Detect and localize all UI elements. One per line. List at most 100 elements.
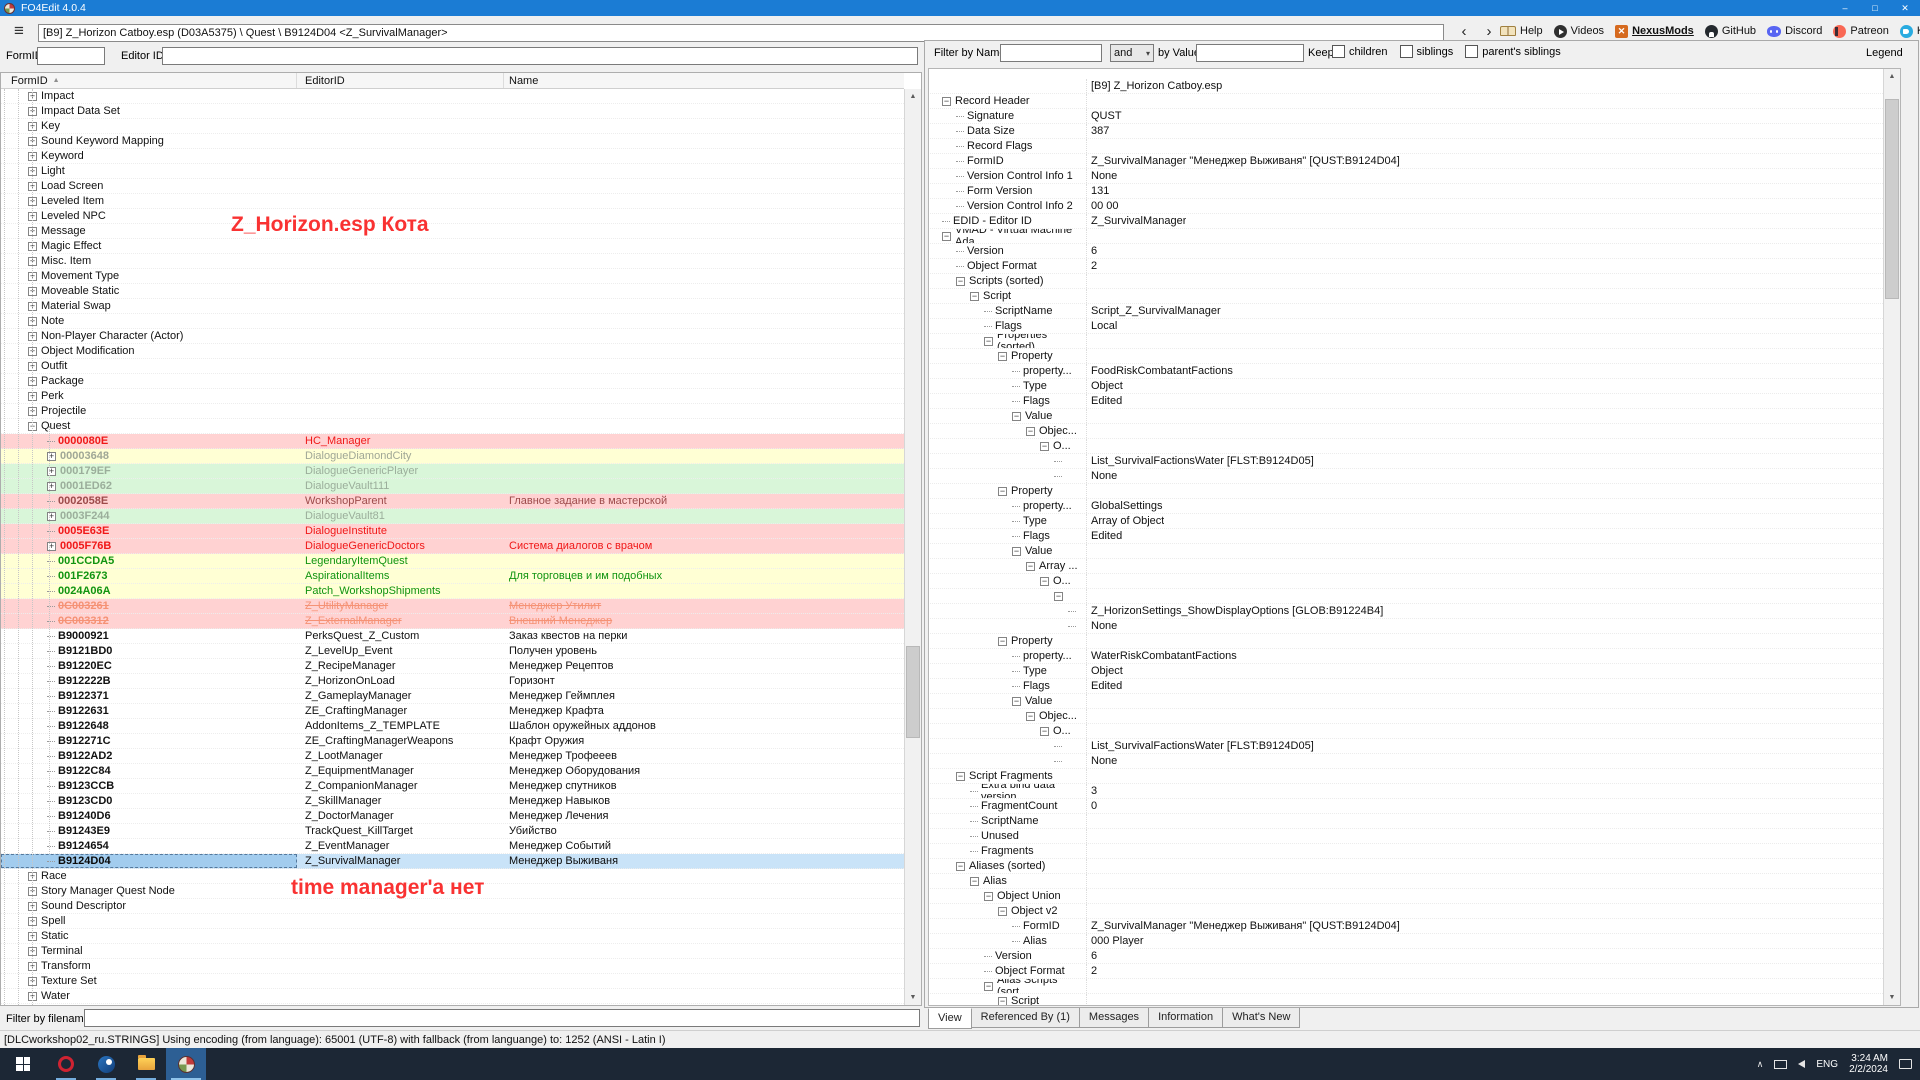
expand-icon[interactable]: +: [47, 482, 56, 491]
collapse-icon[interactable]: −: [998, 352, 1007, 361]
tree-row[interactable]: +Note: [1, 314, 904, 329]
tree-row[interactable]: +Projectile: [1, 404, 904, 419]
scroll-down-icon[interactable]: ▼: [1884, 990, 1900, 1005]
detail-row[interactable]: Version6: [930, 244, 1883, 259]
expand-icon[interactable]: +: [28, 407, 37, 416]
tree-row[interactable]: +Impact Data Set: [1, 104, 904, 119]
tree-row[interactable]: B9124654Z_EventManagerМенеджер Событий: [1, 839, 904, 854]
tree-row[interactable]: 001CCDA5LegendaryItemQuest: [1, 554, 904, 569]
expand-icon[interactable]: +: [28, 287, 37, 296]
detail-row[interactable]: −Object Union: [930, 889, 1883, 904]
detail-row[interactable]: Data Size387: [930, 124, 1883, 139]
detail-row[interactable]: −Value: [930, 409, 1883, 424]
detail-row[interactable]: Record Flags: [930, 139, 1883, 154]
tree-row[interactable]: +Light: [1, 164, 904, 179]
collapse-icon[interactable]: −: [956, 772, 965, 781]
detail-row[interactable]: −Value: [930, 544, 1883, 559]
tree-row[interactable]: +0003F244DialogueVault81: [1, 509, 904, 524]
tree-row[interactable]: +00003648DialogueDiamondCity: [1, 449, 904, 464]
detail-row[interactable]: TypeObject: [930, 664, 1883, 679]
collapse-icon[interactable]: −: [998, 637, 1007, 646]
tree-row[interactable]: +Transform: [1, 959, 904, 974]
detail-row[interactable]: None: [930, 619, 1883, 634]
column-header-name[interactable]: Name: [504, 73, 904, 88]
tree-row[interactable]: +Misc. Item: [1, 254, 904, 269]
start-button[interactable]: [0, 1048, 46, 1080]
collapse-icon[interactable]: −: [1026, 562, 1035, 571]
detail-row[interactable]: property...FoodRiskCombatantFactions: [930, 364, 1883, 379]
collapse-icon[interactable]: −: [984, 337, 993, 346]
tree-row[interactable]: +Sound Keyword Mapping: [1, 134, 904, 149]
detail-row[interactable]: −Objec...: [930, 709, 1883, 724]
tree-row[interactable]: +Package: [1, 374, 904, 389]
expand-icon[interactable]: +: [28, 92, 37, 101]
tree-row[interactable]: +Movement Type: [1, 269, 904, 284]
detail-row[interactable]: Alias000 Player: [930, 934, 1883, 949]
expand-icon[interactable]: +: [28, 332, 37, 341]
detail-row[interactable]: property...WaterRiskCombatantFactions: [930, 649, 1883, 664]
speaker-icon[interactable]: [1798, 1060, 1805, 1068]
clock[interactable]: 3:24 AM 2/2/2024: [1849, 1053, 1888, 1075]
scrollbar-thumb[interactable]: [906, 646, 920, 738]
collapse-icon[interactable]: −: [1040, 727, 1049, 736]
tree-row[interactable]: +Texture Set: [1, 974, 904, 989]
expand-icon[interactable]: +: [47, 452, 56, 461]
detail-row[interactable]: −O...: [930, 574, 1883, 589]
expand-icon[interactable]: +: [28, 152, 37, 161]
language-indicator[interactable]: ENG: [1816, 1059, 1838, 1070]
expand-icon[interactable]: +: [28, 257, 37, 266]
column-header-formid[interactable]: FormID ▲: [1, 73, 297, 88]
formid-filter-input[interactable]: [37, 47, 105, 65]
tree-row[interactable]: +Terminal: [1, 944, 904, 959]
link-nexusmods[interactable]: ✕NexusMods: [1615, 25, 1694, 38]
collapse-icon[interactable]: −: [956, 277, 965, 286]
detail-row[interactable]: Object Format2: [930, 259, 1883, 274]
detail-row[interactable]: −Value: [930, 694, 1883, 709]
collapse-icon[interactable]: −: [970, 877, 979, 886]
collapse-icon[interactable]: −: [28, 422, 37, 431]
collapse-icon[interactable]: −: [942, 232, 951, 241]
detail-row[interactable]: −Array ...: [930, 559, 1883, 574]
editorid-filter-input[interactable]: [162, 47, 918, 65]
filter-value-input[interactable]: [1196, 44, 1304, 62]
detail-row[interactable]: −Script: [930, 289, 1883, 304]
tab-information[interactable]: Information: [1148, 1008, 1223, 1028]
expand-icon[interactable]: +: [28, 932, 37, 941]
detail-row[interactable]: List_SurvivalFactionsWater [FLST:B9124D0…: [930, 739, 1883, 754]
collapse-icon[interactable]: −: [1026, 427, 1035, 436]
tree-row[interactable]: B9122C84Z_EquipmentManagerМенеджер Обору…: [1, 764, 904, 779]
tree-row[interactable]: +Moveable Static: [1, 284, 904, 299]
hamburger-menu-icon[interactable]: ≡: [8, 22, 30, 40]
link-patreon[interactable]: Patreon: [1833, 25, 1889, 38]
detail-row[interactable]: −Properties (sorted): [930, 334, 1883, 349]
minimize-button[interactable]: –: [1830, 0, 1860, 16]
tree-row[interactable]: +Perk: [1, 389, 904, 404]
tree-row[interactable]: 0000080EHC_Manager: [1, 434, 904, 449]
scroll-up-icon[interactable]: ▲: [905, 89, 921, 104]
detail-row[interactable]: TypeArray of Object: [930, 514, 1883, 529]
tree-row[interactable]: B91243E9TrackQuest_KillTargetУбийство: [1, 824, 904, 839]
filter-filename-input[interactable]: [84, 1009, 920, 1027]
detail-row[interactable]: −Scripts (sorted): [930, 274, 1883, 289]
scroll-up-icon[interactable]: ▲: [1884, 69, 1900, 84]
collapse-icon[interactable]: −: [956, 862, 965, 871]
notification-icon[interactable]: [1899, 1059, 1912, 1069]
detail-row[interactable]: Version6: [930, 949, 1883, 964]
expand-icon[interactable]: +: [28, 137, 37, 146]
tree-row[interactable]: B912271CZE_CraftingManagerWeaponsКрафт О…: [1, 734, 904, 749]
detail-row[interactable]: −Alias Scripts (sort...: [930, 979, 1883, 994]
tree-row[interactable]: +Material Swap: [1, 299, 904, 314]
taskbar-fo4edit-button[interactable]: [166, 1048, 206, 1080]
tree-row[interactable]: +Magic Effect: [1, 239, 904, 254]
tree-row[interactable]: +Load Screen: [1, 179, 904, 194]
checkbox-siblings[interactable]: [1400, 45, 1413, 58]
detail-row[interactable]: −Property: [930, 634, 1883, 649]
expand-icon[interactable]: +: [28, 362, 37, 371]
expand-icon[interactable]: +: [28, 992, 37, 1001]
detail-row[interactable]: −O...: [930, 724, 1883, 739]
detail-row[interactable]: FlagsEdited: [930, 679, 1883, 694]
detail-row[interactable]: None: [930, 754, 1883, 769]
back-button[interactable]: ‹: [1452, 22, 1476, 42]
expand-icon[interactable]: +: [28, 122, 37, 131]
expand-icon[interactable]: +: [28, 302, 37, 311]
